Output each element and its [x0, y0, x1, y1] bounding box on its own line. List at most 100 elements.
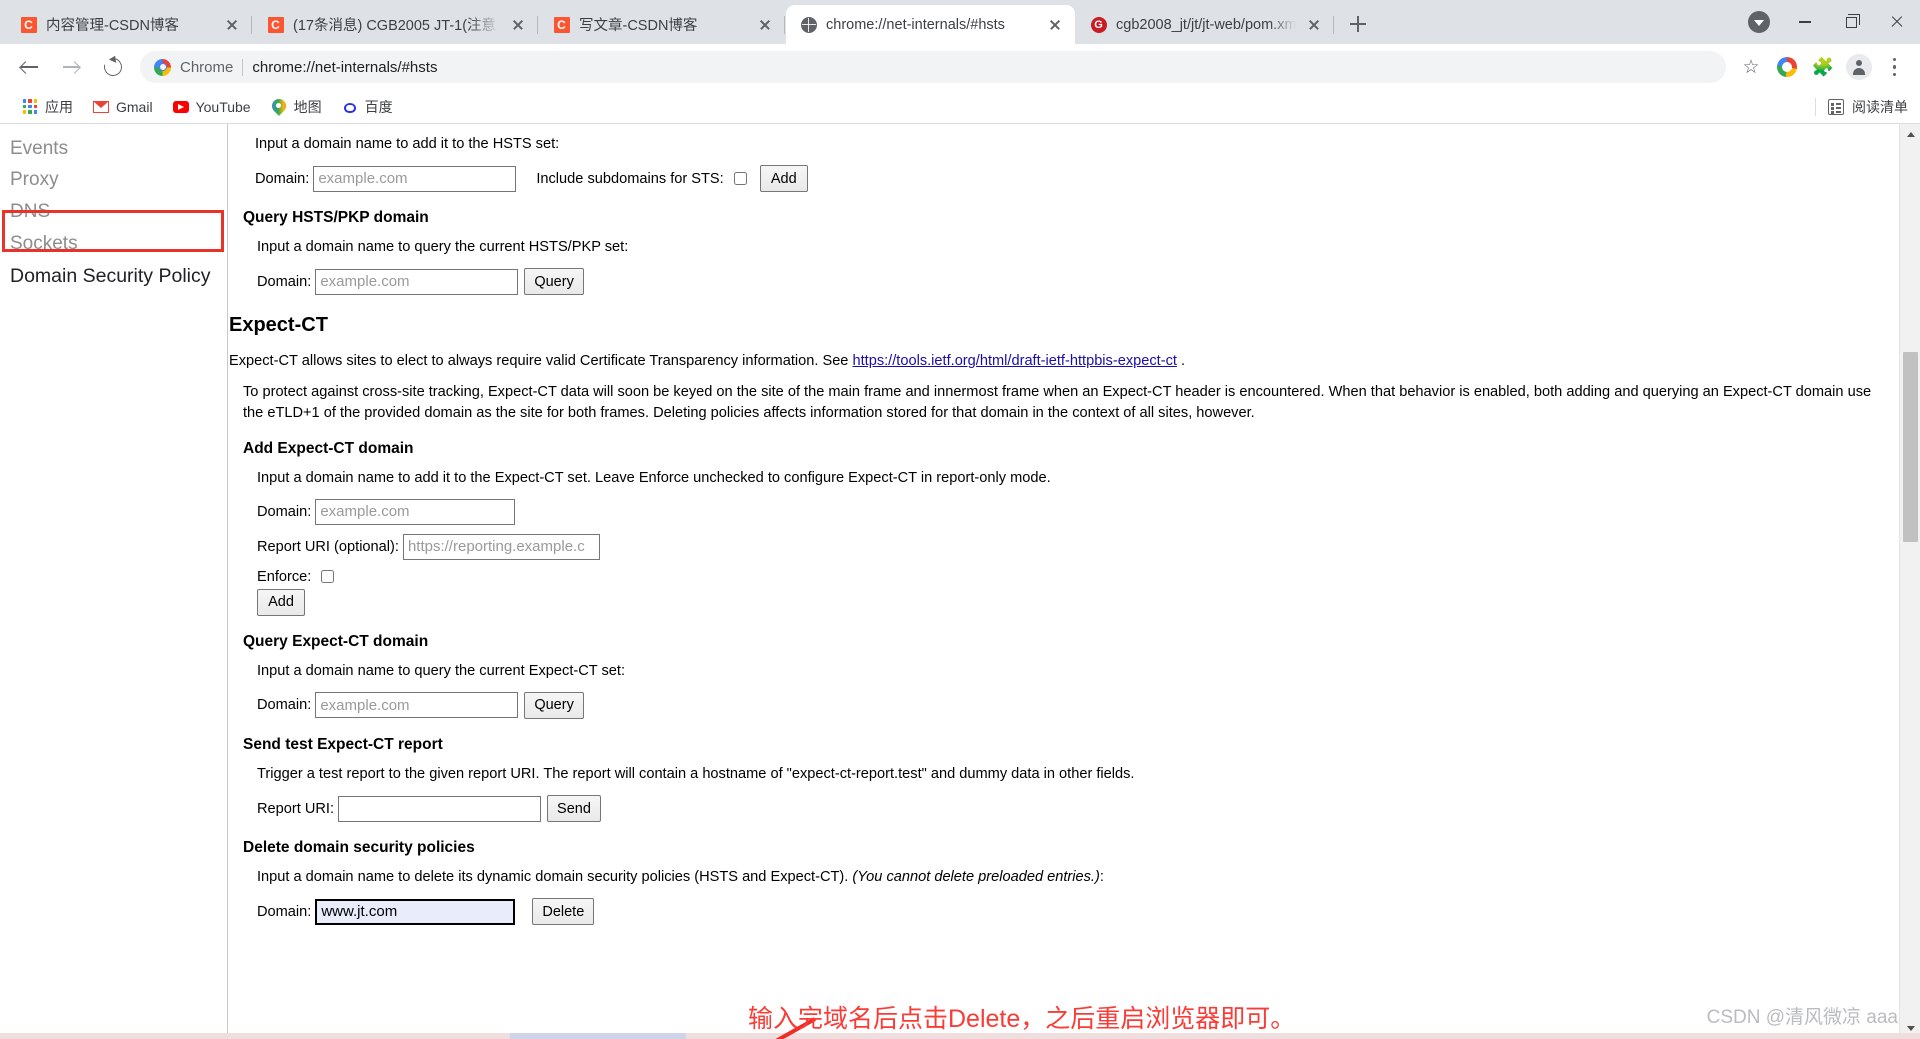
sidebar-item-proxy[interactable]: Proxy	[0, 165, 227, 197]
close-icon[interactable]	[1045, 15, 1065, 35]
sidebar-item-label: Proxy	[10, 169, 59, 191]
maps-pin-icon	[271, 99, 287, 115]
page-scrollbar[interactable]	[1899, 124, 1920, 1039]
domain-label: Domain:	[257, 697, 312, 714]
tab-3-active[interactable]: chrome://net-internals/#hsts	[786, 5, 1075, 44]
omnibox-scheme-label: Chrome	[180, 58, 234, 76]
add-hsts-domain-input[interactable]	[313, 165, 517, 192]
forward-button[interactable]	[54, 50, 88, 84]
add-expect-ct-button[interactable]: Add	[257, 588, 305, 616]
tab-2[interactable]: C 写文章-CSDN博客	[539, 5, 785, 44]
sidebar-item-sockets[interactable]: Sockets	[0, 229, 227, 261]
bookmark-baidu[interactable]: 百度	[334, 94, 401, 120]
enforce-checkbox[interactable]	[321, 570, 335, 584]
caret-down-icon[interactable]	[1736, 0, 1782, 44]
expect-ct-spec-link[interactable]: https://tools.ietf.org/html/draft-ietf-h…	[852, 353, 1176, 369]
add-expect-ct-report-uri-input[interactable]	[402, 533, 600, 560]
delete-domain-input[interactable]	[315, 898, 516, 925]
forward-arrow-icon	[62, 59, 80, 76]
send-test-report-heading: Send test Expect-CT report	[243, 735, 443, 753]
sidebar-item-events[interactable]: Events	[0, 133, 227, 165]
apps-grid-icon	[22, 99, 38, 115]
add-hsts-section: Input a domain name to add it to the HST…	[229, 134, 1898, 193]
baidu-icon	[342, 99, 358, 115]
minimize-button[interactable]	[1782, 0, 1828, 44]
reading-list-label: 阅读清单	[1852, 99, 1908, 115]
expect-ct-warning: To protect against cross-site tracking, …	[243, 384, 1872, 421]
add-hsts-description: Input a domain name to add it to the HST…	[255, 136, 560, 152]
scroll-up-arrow[interactable]	[1900, 124, 1920, 145]
chrome-icon	[154, 58, 171, 76]
add-expect-ct-domain-input[interactable]	[315, 498, 516, 525]
delete-policies-row: Domain: Delete	[257, 898, 1898, 926]
bookmark-label: Gmail	[116, 98, 153, 115]
sidebar-item-label: DNS	[10, 201, 51, 223]
reload-button[interactable]	[96, 50, 130, 84]
report-uri-label: Report URI:	[257, 800, 335, 817]
bookmark-label: 应用	[45, 98, 73, 115]
send-test-report-button[interactable]: Send	[547, 795, 601, 822]
account-button[interactable]	[1842, 50, 1876, 84]
csdn-favicon: C	[20, 16, 37, 33]
send-test-report-description: Trigger a test report to the given repor…	[257, 765, 1135, 782]
window-controls	[1736, 0, 1920, 44]
new-tab-button[interactable]	[1343, 9, 1373, 39]
reload-icon	[100, 54, 126, 80]
annotation-text: 输入完域名后点击Delete，之后重启浏览器即可。	[748, 1005, 1296, 1033]
bookmark-apps[interactable]: 应用	[14, 94, 81, 120]
tab-0[interactable]: C 内容管理-CSDN博客	[6, 5, 252, 44]
bookmark-label: YouTube	[195, 98, 251, 115]
add-expect-ct-report-uri-row: Report URI (optional):	[257, 533, 1898, 560]
maximize-button[interactable]	[1828, 0, 1874, 44]
tab-4[interactable]: G cgb2008_jt/jt/jt-web/pom.xml	[1076, 5, 1334, 44]
gmail-icon	[93, 99, 109, 115]
add-expect-ct-section: Add Expect-CT domain Input a domain name…	[229, 440, 1898, 616]
query-hsts-button[interactable]: Query	[524, 268, 584, 296]
add-hsts-button[interactable]: Add	[759, 165, 808, 193]
sidebar-item-domain-security-policy[interactable]: Domain Security Policy	[0, 261, 227, 294]
bookmark-label: 地图	[293, 98, 322, 115]
domain-label: Domain:	[257, 273, 312, 290]
extensions-button[interactable]: 🧩	[1806, 50, 1840, 84]
query-expect-ct-button[interactable]: Query	[524, 691, 584, 719]
bookmark-maps[interactable]: 地图	[263, 94, 330, 120]
reading-list-icon	[1828, 99, 1844, 115]
sidebar-item-label: Domain Security Policy	[10, 265, 211, 288]
query-hsts-heading: Query HSTS/PKP domain	[243, 209, 429, 227]
close-icon[interactable]	[222, 15, 242, 35]
enforce-label: Enforce:	[257, 568, 312, 585]
domain-label: Domain:	[257, 903, 312, 920]
address-bar[interactable]: Chrome chrome://net-internals/#hsts	[140, 51, 1726, 83]
bookmark-gmail[interactable]: Gmail	[85, 94, 161, 120]
scroll-thumb[interactable]	[1903, 352, 1918, 542]
close-icon[interactable]	[755, 15, 775, 35]
bookmark-star-button[interactable]: ☆	[1734, 50, 1768, 84]
back-button[interactable]	[12, 50, 46, 84]
add-expect-ct-description: Input a domain name to add it to the Exp…	[257, 469, 1051, 486]
query-hsts-description: Input a domain name to query the current…	[257, 239, 629, 256]
browser-window: C 内容管理-CSDN博客 C (17条消息) CGB2005 JT-1(注意 …	[0, 0, 1920, 1039]
omnibox-divider	[242, 58, 244, 76]
bookmark-youtube[interactable]: YouTube	[165, 94, 259, 120]
chrome-menu-button[interactable]	[1878, 50, 1912, 84]
delete-button[interactable]: Delete	[532, 898, 595, 926]
add-expect-ct-heading: Add Expect-CT domain	[243, 439, 414, 457]
globe-favicon	[800, 16, 817, 33]
query-hsts-domain-input[interactable]	[315, 268, 519, 295]
send-test-report-section: Send test Expect-CT report Trigger a tes…	[229, 736, 1898, 822]
reading-list-button[interactable]: 阅读清单	[1815, 94, 1908, 120]
omnibox-url: chrome://net-internals/#hsts	[252, 58, 438, 76]
delete-desc-prefix: Input a domain name to delete its dynami…	[257, 869, 853, 885]
include-subdomains-checkbox[interactable]	[733, 172, 747, 186]
query-expect-ct-domain-input[interactable]	[315, 692, 519, 719]
chrome-profile-button[interactable]	[1770, 50, 1804, 84]
avatar-icon	[1846, 54, 1872, 80]
send-test-report-uri-input[interactable]	[338, 795, 542, 822]
tab-1[interactable]: C (17条消息) CGB2005 JT-1(注意	[253, 5, 538, 44]
delete-policies-heading: Delete domain security policies	[243, 839, 475, 856]
close-icon[interactable]	[508, 15, 528, 35]
close-icon[interactable]	[1304, 15, 1324, 35]
close-window-button[interactable]	[1874, 0, 1920, 44]
query-hsts-row: Domain: Query	[257, 268, 1898, 296]
sidebar-item-dns[interactable]: DNS	[0, 197, 227, 229]
